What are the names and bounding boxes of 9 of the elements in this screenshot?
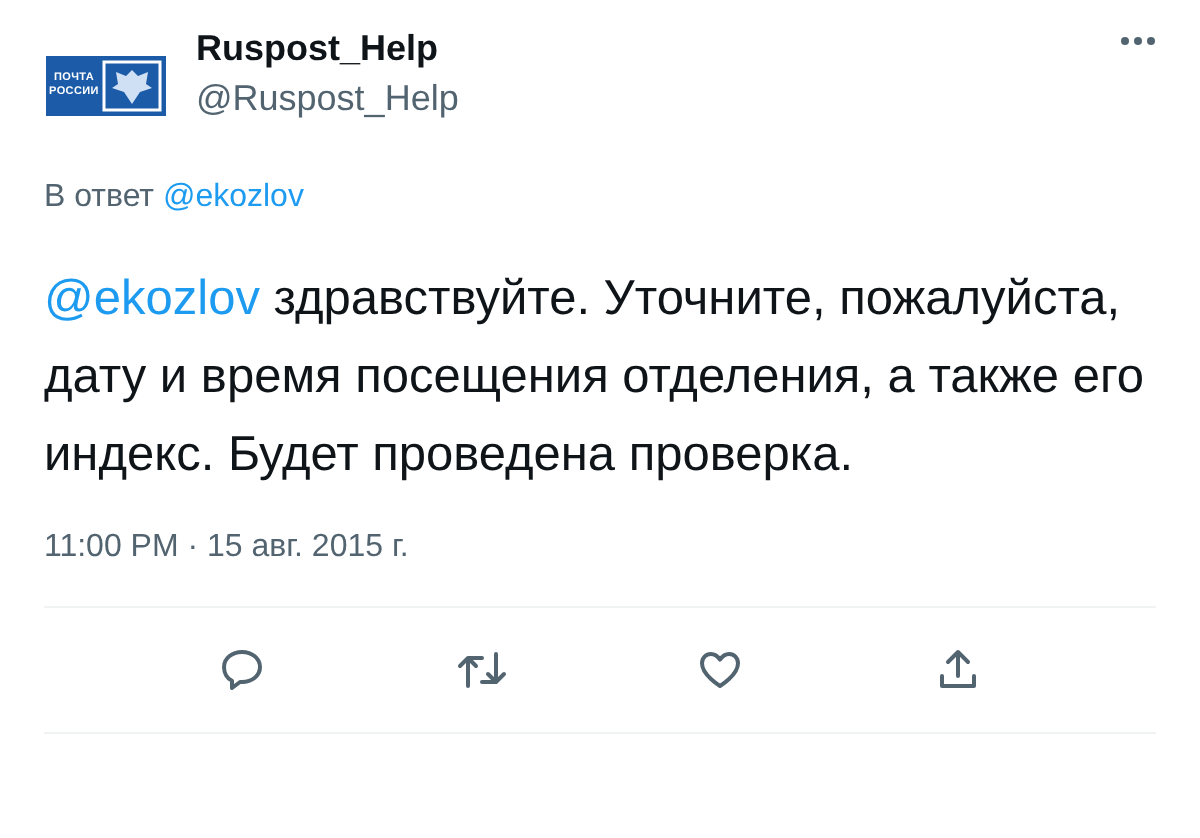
reply-context: В ответ @ekozlov xyxy=(44,180,306,216)
heart-icon[interactable] xyxy=(696,646,745,694)
tweet-timestamp: 11:00 PM · 15 авг. 2015 г. xyxy=(44,530,1156,608)
user-handle[interactable]: @Ruspost_Help xyxy=(196,72,1096,124)
comment-icon[interactable] xyxy=(218,646,267,694)
tweet-text: @ekozlov здравствуйте. Уточните, пожалуйста, дату и время посещения отделения, а также его индекс. Будет проведена проверка. xyxy=(44,270,1146,486)
more-icon[interactable] xyxy=(1120,36,1156,46)
retweet-icon[interactable] xyxy=(455,646,508,694)
display-name[interactable]: Ruspost_Help xyxy=(196,24,1096,72)
